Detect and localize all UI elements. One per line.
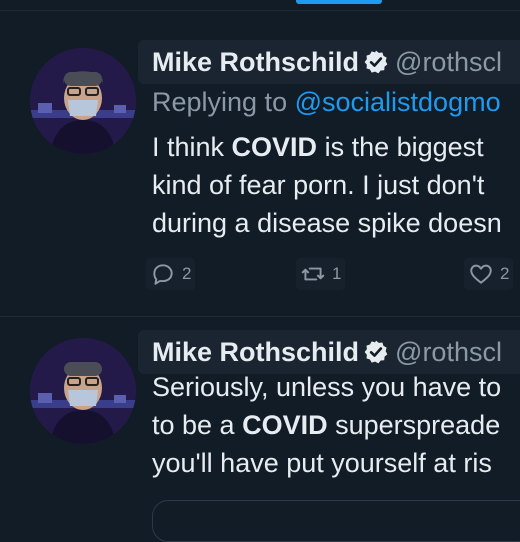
verified-badge-icon bbox=[364, 50, 388, 74]
avatar-photo bbox=[30, 48, 136, 154]
avatar-photo bbox=[30, 338, 136, 444]
tweet-header: Mike Rothschild @rothscl bbox=[152, 44, 502, 80]
tweet-text-line: to be a COVID superspreade bbox=[152, 410, 501, 440]
reply-icon bbox=[153, 264, 173, 285]
verified-badge-icon bbox=[364, 340, 388, 364]
tweet-text: I think COVID is the biggest kind of fea… bbox=[152, 128, 502, 242]
tweet-text-line: you'll have put yourself at ris bbox=[152, 448, 492, 478]
tweet-actions: 2 1 2 bbox=[146, 258, 520, 292]
tweet-header: Mike Rothschild @rothscl bbox=[152, 334, 502, 370]
tweet-text-line: I think COVID is the biggest bbox=[152, 132, 484, 162]
user-handle[interactable]: @rothscl bbox=[395, 337, 502, 367]
tweet[interactable]: Mike Rothschild @rothscl Replying to @soc… bbox=[0, 40, 520, 310]
quoted-card-preview[interactable] bbox=[152, 500, 520, 542]
reply-button[interactable]: 2 bbox=[146, 258, 196, 290]
top-divider bbox=[0, 10, 520, 11]
avatar[interactable] bbox=[30, 48, 136, 154]
like-button[interactable]: 2 bbox=[464, 258, 514, 290]
reply-count: 2 bbox=[182, 264, 192, 283]
avatar[interactable] bbox=[30, 338, 136, 444]
display-name[interactable]: Mike Rothschild bbox=[152, 47, 359, 77]
user-handle[interactable]: @rothscl bbox=[395, 47, 502, 77]
reply-handle-link[interactable]: @socialistdogmo bbox=[295, 87, 501, 117]
like-count: 2 bbox=[500, 264, 510, 283]
retweet-button[interactable]: 1 bbox=[296, 258, 346, 290]
tweet-text-line: during a disease spike doesn bbox=[152, 208, 502, 238]
active-tab-indicator bbox=[296, 0, 382, 4]
replying-to-label: Replying to bbox=[152, 87, 295, 117]
tweet[interactable]: Mike Rothschild @rothscl Seriously, unles… bbox=[0, 330, 520, 520]
tweet-divider bbox=[0, 316, 520, 317]
tweet-text: Seriously, unless you have to to be a CO… bbox=[152, 368, 501, 482]
heart-icon bbox=[470, 264, 492, 284]
retweet-count: 1 bbox=[332, 264, 342, 283]
replying-to: Replying to @socialistdogmo bbox=[152, 84, 501, 120]
tweet-text-line: kind of fear porn. I just don't bbox=[152, 170, 485, 200]
tweet-text-line: Seriously, unless you have to bbox=[152, 372, 502, 402]
retweet-icon bbox=[301, 267, 325, 281]
display-name[interactable]: Mike Rothschild bbox=[152, 337, 359, 367]
